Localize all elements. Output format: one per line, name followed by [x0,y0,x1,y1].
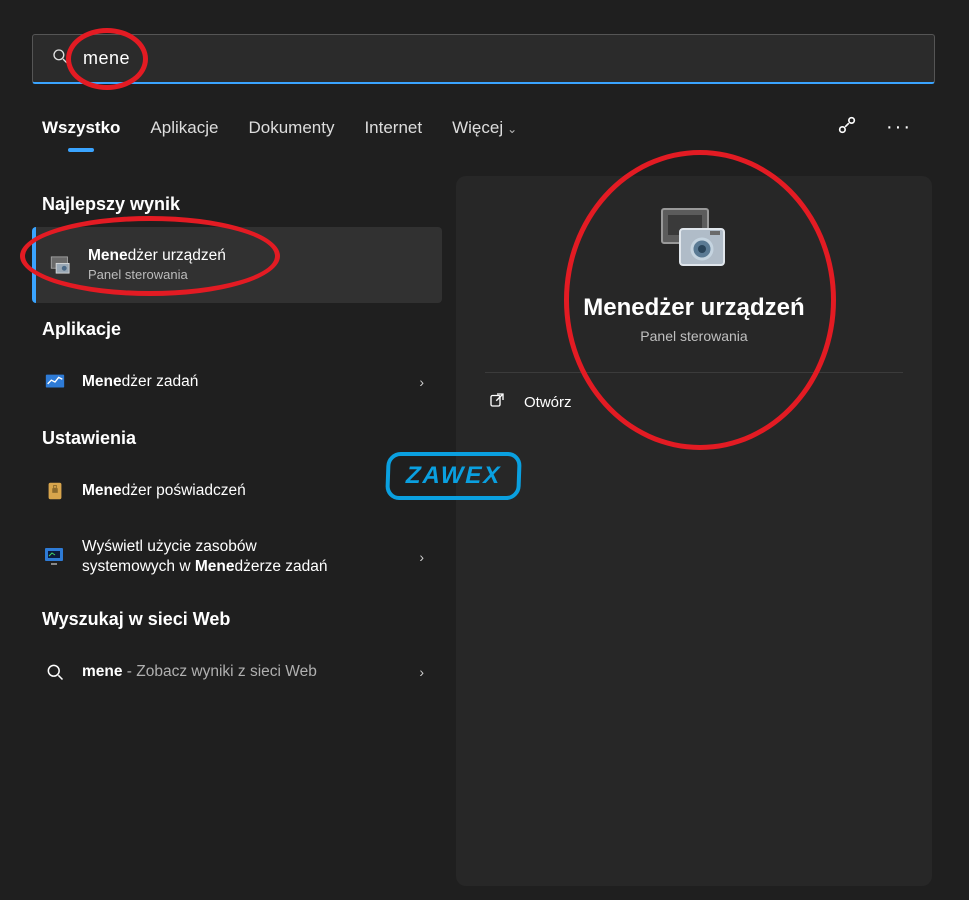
preview-panel: Menedżer urządzeń Panel sterowania Otwór… [456,176,932,886]
open-icon [488,391,506,413]
section-web: Wyszukaj w sieci Web [42,609,442,630]
result-subtitle: Panel sterowania [88,267,432,284]
watermark: ZAWEX [386,452,521,500]
divider [485,372,904,373]
preview-subtitle: Panel sterowania [640,328,747,344]
tab-more-label: Więcej [452,118,503,137]
results-list: Najlepszy wynik Menedżer urządzeń Panel … [32,178,442,702]
tab-apps[interactable]: Aplikacje [150,118,218,138]
chevron-right-icon: › [419,374,424,390]
chevron-right-icon: › [419,664,424,680]
tab-more[interactable]: Więcej ⌄ [452,118,517,138]
result-credential-manager[interactable]: Menedżer poświadczeń [32,461,442,521]
monitor-icon [42,544,68,570]
task-manager-icon [42,369,68,395]
result-title: Wyświetl użycie zasobów systemowych w Me… [82,537,405,577]
connect-icon[interactable] [836,114,858,141]
result-title: Menedżer poświadczeń [82,481,432,501]
result-title: Menedżer zadań [82,372,405,392]
result-resource-usage[interactable]: Wyświetl użycie zasobów systemowych w Me… [32,521,442,593]
chevron-right-icon: › [419,549,424,565]
more-options-icon[interactable]: ··· [886,116,912,139]
search-icon [42,659,68,685]
device-manager-large-icon [654,204,734,276]
preview-title: Menedżer urządzeń [583,294,804,322]
result-web-search[interactable]: mene - Zobacz wyniki z sieci Web › [32,642,442,702]
search-input[interactable] [83,48,934,69]
section-settings: Ustawienia [42,428,442,449]
result-task-manager[interactable]: Menedżer zadań › [32,352,442,412]
section-apps: Aplikacje [42,319,442,340]
section-best-match: Najlepszy wynik [42,194,442,215]
result-title: Menedżer urządzeń [88,246,432,266]
device-manager-icon [48,252,74,278]
open-action[interactable]: Otwórz [488,391,572,413]
result-title: mene - Zobacz wyniki z sieci Web [82,662,405,682]
filter-tabs: Wszystko Aplikacje Dokumenty Internet Wi… [42,114,932,141]
tab-internet[interactable]: Internet [364,118,422,138]
open-label: Otwórz [524,394,572,411]
chevron-down-icon: ⌄ [507,122,517,136]
credential-manager-icon [42,478,68,504]
tab-all[interactable]: Wszystko [42,118,120,138]
tab-documents[interactable]: Dokumenty [248,118,334,138]
search-icon [51,47,83,70]
result-device-manager[interactable]: Menedżer urządzeń Panel sterowania [32,227,442,303]
search-bar[interactable] [32,34,935,84]
